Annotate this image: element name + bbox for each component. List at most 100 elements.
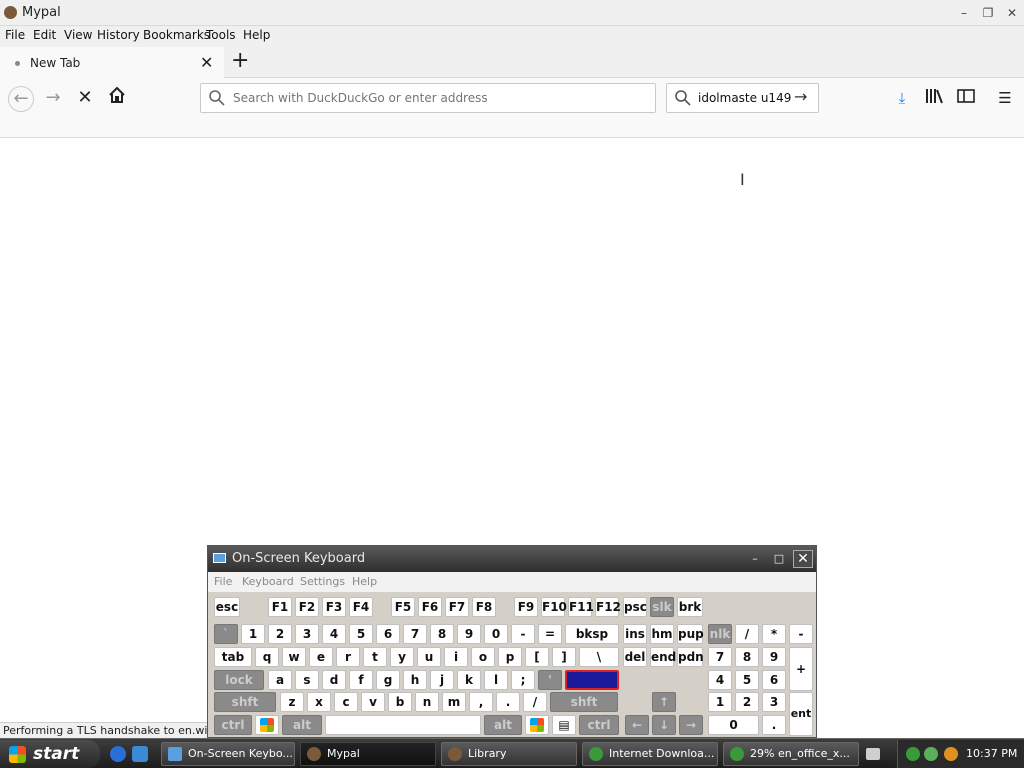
key-f12[interactable]: F12 bbox=[595, 597, 621, 617]
key-open-bracket[interactable]: [ bbox=[525, 647, 549, 667]
task-library[interactable]: Library bbox=[441, 742, 577, 766]
key-enter[interactable] bbox=[565, 670, 619, 690]
search-bar[interactable]: idolmaste u149 → bbox=[666, 83, 819, 113]
key-pgup[interactable]: pup bbox=[677, 624, 704, 644]
key-right-alt[interactable]: alt bbox=[484, 715, 522, 735]
key-pgdn[interactable]: pdn bbox=[677, 647, 704, 667]
key-7[interactable]: 7 bbox=[403, 624, 427, 644]
key-9[interactable]: 9 bbox=[457, 624, 481, 644]
key-6[interactable]: 6 bbox=[376, 624, 400, 644]
key-z[interactable]: z bbox=[280, 692, 304, 712]
key-equals[interactable]: = bbox=[538, 624, 562, 644]
key-f2[interactable]: F2 bbox=[295, 597, 319, 617]
tab-new-tab[interactable]: New Tab ✕ bbox=[0, 45, 224, 78]
sidebar-icon[interactable] bbox=[956, 88, 976, 108]
task-on-screen-keyboard[interactable]: On-Screen Keybo... bbox=[161, 742, 295, 766]
menu-tools[interactable]: Tools bbox=[206, 28, 236, 42]
key-menu[interactable]: ▤ bbox=[552, 715, 576, 735]
key-m[interactable]: m bbox=[442, 692, 466, 712]
osk-close-button[interactable]: ✕ bbox=[793, 550, 813, 568]
key-1[interactable]: 1 bbox=[241, 624, 265, 644]
key-semicolon[interactable]: ; bbox=[511, 670, 535, 690]
key-s[interactable]: s bbox=[295, 670, 319, 690]
key-num-6[interactable]: 6 bbox=[762, 670, 786, 690]
key-right-arrow[interactable]: → bbox=[679, 715, 703, 735]
key-num-1[interactable]: 1 bbox=[708, 692, 732, 712]
key-capslock[interactable]: lock bbox=[214, 670, 264, 690]
key-f10[interactable]: F10 bbox=[541, 597, 567, 617]
new-tab-plus-icon[interactable]: + bbox=[231, 48, 249, 73]
key-up-arrow[interactable]: ↑ bbox=[652, 692, 676, 712]
downloads-icon[interactable]: ⤓ bbox=[892, 88, 912, 108]
key-a[interactable]: a bbox=[268, 670, 292, 690]
osk-titlebar[interactable]: On-Screen Keyboard – □ ✕ bbox=[208, 546, 816, 572]
search-input[interactable]: idolmaste u149 bbox=[698, 91, 791, 105]
key-f9[interactable]: F9 bbox=[514, 597, 538, 617]
key-y[interactable]: y bbox=[390, 647, 414, 667]
key-period[interactable]: . bbox=[496, 692, 520, 712]
key-e[interactable]: e bbox=[309, 647, 333, 667]
key-right-ctrl[interactable]: ctrl bbox=[579, 715, 619, 735]
key-num-multiply[interactable]: * bbox=[762, 624, 786, 644]
key-2[interactable]: 2 bbox=[268, 624, 292, 644]
key-num-enter[interactable]: ent bbox=[789, 692, 813, 736]
key-num-3[interactable]: 3 bbox=[762, 692, 786, 712]
key-comma[interactable]: , bbox=[469, 692, 493, 712]
key-j[interactable]: j bbox=[430, 670, 454, 690]
key-quote[interactable]: ' bbox=[538, 670, 562, 690]
key-k[interactable]: k bbox=[457, 670, 481, 690]
osk-menu-settings[interactable]: Settings bbox=[300, 575, 345, 588]
key-u[interactable]: u bbox=[417, 647, 441, 667]
key-l[interactable]: l bbox=[484, 670, 508, 690]
key-t[interactable]: t bbox=[363, 647, 387, 667]
key-num-8[interactable]: 8 bbox=[735, 647, 759, 667]
network-icon[interactable] bbox=[906, 747, 920, 761]
key-f3[interactable]: F3 bbox=[322, 597, 346, 617]
menu-history[interactable]: History bbox=[97, 28, 140, 42]
key-r[interactable]: r bbox=[336, 647, 360, 667]
key-down-arrow[interactable]: ↓ bbox=[652, 715, 676, 735]
key-end[interactable]: end bbox=[650, 647, 676, 667]
key-backslash[interactable]: \ bbox=[579, 647, 619, 667]
key-slk[interactable]: slk bbox=[650, 597, 674, 617]
osk-menu-help[interactable]: Help bbox=[352, 575, 377, 588]
key-v[interactable]: v bbox=[361, 692, 385, 712]
internet-explorer-icon[interactable] bbox=[110, 746, 126, 762]
key-num-9[interactable]: 9 bbox=[762, 647, 786, 667]
key-num-0[interactable]: 0 bbox=[708, 715, 759, 735]
key-p[interactable]: p bbox=[498, 647, 522, 667]
osk-minimize-button[interactable]: – bbox=[746, 551, 764, 567]
key-right-shift[interactable]: shft bbox=[550, 692, 618, 712]
key-f5[interactable]: F5 bbox=[391, 597, 415, 617]
key-f8[interactable]: F8 bbox=[472, 597, 496, 617]
key-f7[interactable]: F7 bbox=[445, 597, 469, 617]
back-arrow-icon[interactable]: ← bbox=[8, 86, 34, 112]
search-go-arrow-icon[interactable]: → bbox=[794, 87, 807, 106]
key-brk[interactable]: brk bbox=[677, 597, 703, 617]
restore-button[interactable]: ❐ bbox=[978, 4, 998, 22]
key-home[interactable]: hm bbox=[650, 624, 674, 644]
key-close-bracket[interactable]: ] bbox=[552, 647, 576, 667]
url-bar[interactable] bbox=[200, 83, 656, 113]
key-psc[interactable]: psc bbox=[623, 597, 647, 617]
task-download-progress[interactable]: 29% en_office_x... bbox=[723, 742, 859, 766]
key-0[interactable]: 0 bbox=[484, 624, 508, 644]
key-tab[interactable]: tab bbox=[214, 647, 252, 667]
key-h[interactable]: h bbox=[403, 670, 427, 690]
key-n[interactable]: n bbox=[415, 692, 439, 712]
key-q[interactable]: q bbox=[255, 647, 279, 667]
osk-menu-keyboard[interactable]: Keyboard bbox=[242, 575, 294, 588]
key-5[interactable]: 5 bbox=[349, 624, 373, 644]
key-i[interactable]: i bbox=[444, 647, 468, 667]
close-window-button[interactable]: ✕ bbox=[1002, 4, 1022, 22]
task-mypal[interactable]: Mypal bbox=[300, 742, 436, 766]
key-num-decimal[interactable]: . bbox=[762, 715, 786, 735]
key-left-windows[interactable] bbox=[255, 715, 279, 735]
forward-arrow-icon[interactable]: → bbox=[41, 86, 65, 110]
menu-bookmarks[interactable]: Bookmarks bbox=[143, 28, 210, 42]
show-desktop-icon[interactable] bbox=[132, 746, 148, 762]
key-f4[interactable]: F4 bbox=[349, 597, 373, 617]
search-tray-icon[interactable] bbox=[944, 747, 958, 761]
key-del[interactable]: del bbox=[623, 647, 647, 667]
key-ins[interactable]: ins bbox=[623, 624, 647, 644]
